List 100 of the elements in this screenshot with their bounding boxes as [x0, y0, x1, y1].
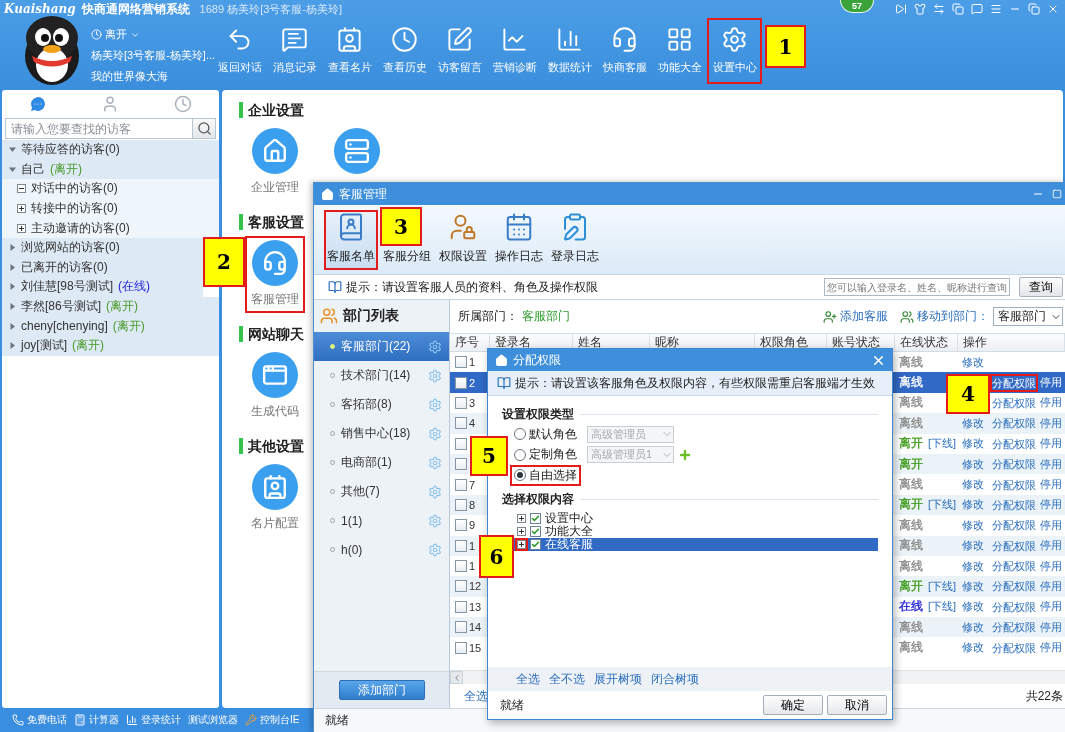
visitor-tree-row[interactable]: 转接中的访客(0)	[2, 198, 219, 219]
assign-permission-link[interactable]: 分配权限	[990, 516, 1038, 535]
visitor-tree-row[interactable]: cheny[chenying] (离开)	[2, 316, 219, 336]
settings-item[interactable]: 名片配置	[245, 460, 305, 537]
select-all-link[interactable]: 全选	[464, 687, 488, 705]
caret-right-icon[interactable]	[9, 263, 16, 271]
disable-link[interactable]: 停用	[1040, 436, 1065, 452]
permission-label[interactable]: 在线客服	[545, 537, 593, 551]
expand-icon[interactable]	[17, 223, 26, 233]
collapse-icon[interactable]	[17, 184, 26, 194]
assign-permission-link[interactable]: 分配权限	[990, 638, 1038, 657]
edit-link[interactable]: 修改	[962, 354, 990, 370]
disable-link[interactable]: 停用	[1040, 599, 1065, 615]
disable-link[interactable]: 停用	[1040, 517, 1065, 533]
checkbox[interactable]	[455, 396, 467, 409]
checkbox[interactable]	[455, 458, 467, 471]
disable-link[interactable]: 停用	[1040, 456, 1065, 472]
caret-down-icon[interactable]	[9, 165, 16, 173]
assign-permission-link[interactable]: 分配权限	[990, 393, 1038, 412]
settings-icon[interactable]	[428, 484, 442, 499]
checkbox[interactable]	[455, 498, 467, 511]
edit-link[interactable]: 修改	[962, 640, 990, 656]
checkbox[interactable]	[455, 356, 467, 369]
visitor-tree-row[interactable]: 等待应答的访客(0)	[2, 140, 219, 160]
scroll-left-icon[interactable]	[450, 671, 463, 684]
status-bar-button[interactable]: 控制台IE	[245, 713, 300, 727]
visitor-tree-row[interactable]: joy[测试] (离开)	[2, 335, 219, 356]
status-bar-button[interactable]: 测试浏览器	[188, 713, 238, 727]
radio-option[interactable]: 默认角色	[510, 423, 581, 445]
assign-permission-link[interactable]: 分配权限	[990, 557, 1038, 576]
checkbox[interactable]	[455, 621, 467, 634]
checkbox[interactable]	[530, 538, 541, 550]
checkbox[interactable]	[455, 437, 467, 450]
settings-icon[interactable]	[428, 542, 442, 557]
disable-link[interactable]: 停用	[1040, 375, 1065, 391]
add-department-button[interactable]: 添加部门	[338, 680, 425, 700]
swap-icon[interactable]	[933, 3, 945, 15]
collapse-all-link[interactable]: 闭合树项	[651, 670, 699, 688]
visitor-tree-row[interactable]: 浏览网站的访客(0)	[2, 237, 203, 258]
settings-item[interactable]: 客服管理	[245, 236, 305, 313]
message-icon[interactable]	[971, 3, 983, 15]
department-item[interactable]: h(0)	[314, 535, 449, 564]
checkbox[interactable]	[455, 519, 467, 532]
radio-button[interactable]	[514, 428, 526, 441]
clock-icon[interactable]	[173, 95, 192, 113]
copy-icon[interactable]	[952, 3, 964, 15]
toolbar-button[interactable]: 数据统计	[542, 18, 597, 84]
settings-icon[interactable]	[428, 339, 442, 354]
caret-down-icon[interactable]	[9, 146, 16, 154]
disable-link[interactable]: 停用	[1040, 415, 1065, 431]
search-button[interactable]	[192, 118, 216, 139]
caret-right-icon[interactable]	[9, 303, 16, 311]
status-bar-button[interactable]: 计算器	[74, 713, 119, 727]
checkbox[interactable]	[455, 417, 467, 430]
radio-option[interactable]: 自由选择	[510, 464, 581, 486]
skip-forward-icon[interactable]	[895, 3, 907, 15]
close-icon[interactable]	[1047, 3, 1059, 15]
caret-right-icon[interactable]	[9, 322, 16, 330]
toolbar-button[interactable]: 消息记录	[267, 18, 322, 84]
edit-link[interactable]: 修改	[962, 456, 990, 472]
chat-icon[interactable]	[29, 95, 48, 113]
disable-link[interactable]: 停用	[1040, 497, 1065, 513]
add-icon[interactable]	[678, 447, 692, 462]
assign-permission-link[interactable]: 分配权限	[990, 414, 1038, 433]
department-item[interactable]: 电商部(1)	[314, 448, 449, 477]
visitor-tree-row[interactable]: 已离开的访客(0)	[2, 257, 203, 278]
shirt-icon[interactable]	[914, 3, 926, 15]
edit-link[interactable]: 修改	[962, 619, 990, 635]
query-field[interactable]: 您可以输入登录名、姓名、昵称进行查询	[824, 278, 1010, 296]
assign-permission-link[interactable]: 分配权限	[990, 455, 1038, 474]
permission-label[interactable]: 设置中心	[545, 511, 593, 525]
edit-link[interactable]: 修改	[962, 538, 990, 554]
expand-icon[interactable]	[515, 524, 528, 538]
disable-link[interactable]: 停用	[1040, 640, 1065, 656]
toolbar-button[interactable]: 查看历史	[377, 18, 432, 84]
toolbar-button[interactable]: 营销诊断	[487, 18, 542, 84]
checkbox[interactable]	[455, 641, 467, 654]
toolbar-button[interactable]: 访客留言	[432, 18, 487, 84]
department-item[interactable]: 销售中心(18)	[314, 419, 449, 448]
department-item[interactable]: 客拓部(8)	[314, 390, 449, 419]
radio-button[interactable]	[514, 448, 526, 461]
force-offline-link[interactable]: [下线]	[928, 599, 957, 615]
visitor-tree-row[interactable]: 自己 (离开)	[2, 159, 219, 180]
window-tool-button[interactable]: 操作日志	[492, 210, 546, 270]
visitor-tree-row[interactable]: 李然[86号测试] (离开)	[2, 296, 219, 317]
force-offline-link[interactable]: [下线]	[928, 436, 957, 452]
disable-link[interactable]: 停用	[1040, 558, 1065, 574]
assign-permission-link[interactable]: 分配权限	[990, 536, 1038, 555]
status-bar-button[interactable]: 登录统计	[126, 713, 181, 727]
checkbox[interactable]	[455, 539, 467, 552]
confirm-button[interactable]: 确定	[763, 695, 823, 715]
checkbox[interactable]	[455, 478, 467, 491]
disable-link[interactable]: 停用	[1040, 477, 1065, 493]
window-tool-button[interactable]: 客服名单	[324, 210, 378, 270]
edit-link[interactable]: 修改	[962, 599, 990, 615]
presence-status[interactable]: 离开	[105, 27, 127, 42]
assign-permission-link[interactable]: 分配权限	[990, 618, 1038, 637]
assign-permission-link[interactable]: 分配权限	[990, 475, 1038, 494]
window-tool-button[interactable]: 权限设置	[436, 210, 490, 270]
department-item[interactable]: 客服部门(22)	[314, 332, 449, 361]
